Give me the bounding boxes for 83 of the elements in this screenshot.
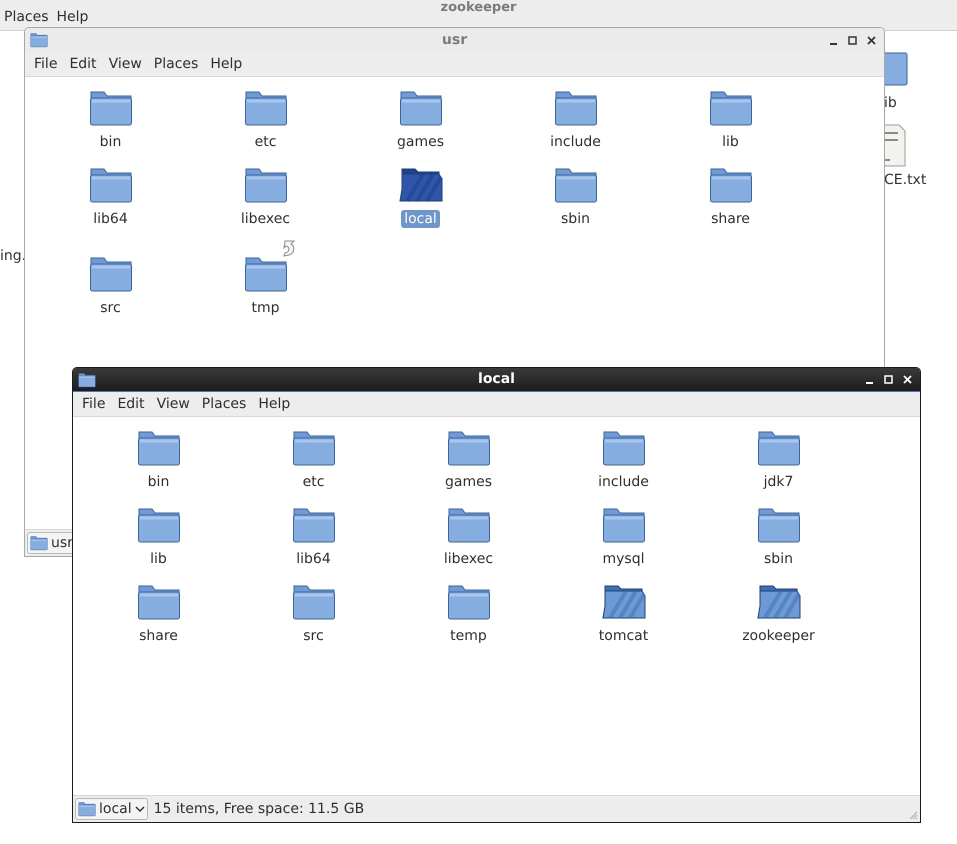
folder-icon (292, 506, 336, 544)
caret-icon (134, 805, 145, 813)
window-title: local (478, 370, 515, 389)
folder-label[interactable]: include (595, 473, 652, 491)
menu-item[interactable]: Help (52, 9, 92, 26)
folder-label[interactable]: lib (719, 133, 742, 151)
folder-icon (136, 429, 180, 467)
folder-icon (244, 255, 288, 293)
folder-label[interactable]: lib64 (293, 550, 334, 568)
status-text: 15 items, Free space: 11.5 GB (154, 800, 364, 818)
folder-icon (88, 255, 132, 293)
folder-label[interactable]: games (394, 133, 447, 151)
folder-icon (602, 429, 646, 467)
folder-label[interactable]: share (708, 210, 753, 228)
folder-icon (756, 506, 800, 544)
folder-icon (708, 89, 752, 127)
folder-icon (446, 429, 490, 467)
window-title: zookeeper (440, 0, 518, 15)
folder-label[interactable]: bin (144, 473, 172, 491)
menu-item[interactable]: View (104, 54, 147, 74)
folder-label[interactable]: sbin (761, 550, 796, 568)
open-folder-icon (602, 583, 646, 621)
menu-item[interactable]: Edit (112, 394, 150, 414)
menu-item[interactable]: Edit (64, 54, 102, 74)
folder-icon (292, 429, 336, 467)
resize-grip-icon[interactable] (908, 810, 918, 820)
close-icon[interactable] (867, 36, 876, 44)
folder-icon (244, 89, 288, 127)
window-title: usr (442, 30, 468, 50)
folder-label[interactable]: mysql (600, 550, 648, 568)
folder-label[interactable]: src (97, 299, 124, 317)
folder-icon (136, 506, 180, 544)
folder-label[interactable]: jdk7 (760, 473, 796, 491)
folder-icon (554, 166, 598, 204)
folder-icon (292, 583, 336, 621)
open-folder-icon (756, 583, 800, 621)
menu-item[interactable]: File (29, 54, 62, 74)
folder-label[interactable]: src (300, 627, 327, 645)
folder-label[interactable]: include (547, 133, 604, 151)
folder-icon (708, 166, 752, 204)
folder-label[interactable]: lib (147, 550, 170, 568)
folder-icon (446, 583, 490, 621)
text-file-icon (884, 124, 906, 167)
file-label[interactable]: CE.txt (884, 170, 926, 191)
menu-item[interactable]: Places (148, 54, 204, 74)
folder-icon (88, 166, 132, 204)
folder-icon (244, 166, 288, 204)
folder-label[interactable]: sbin (558, 210, 593, 228)
folder-label[interactable]: lib64 (90, 210, 131, 228)
open-folder-icon (398, 166, 442, 204)
window-folder-icon (30, 32, 48, 48)
folder-label[interactable]: temp (447, 627, 490, 645)
folder-icon (756, 429, 800, 467)
folder-label[interactable]: etc (252, 133, 280, 151)
folder-icon (398, 89, 442, 127)
folder-icon (884, 52, 908, 86)
location-folder-icon (30, 535, 48, 551)
menu-item[interactable]: View (152, 394, 195, 414)
menu-item[interactable]: Places (0, 9, 53, 26)
folder-icon (88, 89, 132, 127)
window-folder-icon (78, 372, 96, 388)
folder-label[interactable]: tomcat (596, 627, 652, 645)
folder-icon (602, 506, 646, 544)
menu-item[interactable]: Help (205, 54, 248, 74)
menu-item[interactable]: Help (253, 394, 296, 414)
folder-label[interactable]: games (442, 473, 495, 491)
folder-icon (446, 506, 490, 544)
folder-label[interactable]: bin (96, 133, 124, 151)
location-folder-icon (78, 801, 96, 817)
menu-item[interactable]: Places (196, 394, 252, 414)
file-label[interactable]: ing. (0, 246, 26, 267)
menu-item[interactable]: File (77, 394, 110, 414)
folder-label[interactable]: share (136, 627, 181, 645)
folder-icon (554, 89, 598, 127)
folder-label[interactable]: etc (300, 473, 328, 491)
folder-label[interactable]: tmp (248, 299, 282, 317)
folder-label[interactable]: libexec (440, 550, 496, 568)
folder-label[interactable]: zookeeper (739, 627, 818, 645)
location-dropdown[interactable]: local (75, 798, 148, 820)
folder-label[interactable]: libexec (238, 210, 294, 228)
file-label[interactable]: ib (884, 93, 897, 114)
folder-icon (136, 583, 180, 621)
maximize-icon[interactable] (848, 36, 857, 44)
